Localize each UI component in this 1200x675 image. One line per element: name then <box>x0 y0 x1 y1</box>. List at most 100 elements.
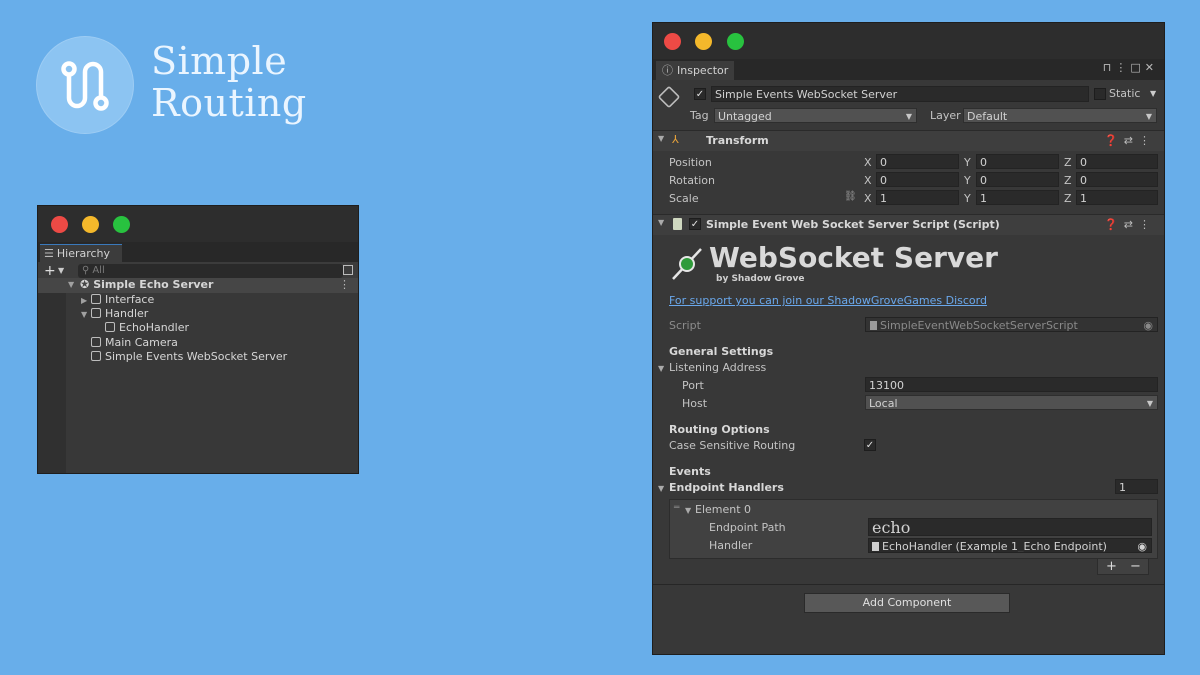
script-file-icon <box>673 218 682 230</box>
hierarchy-row-scene[interactable]: ▼ ✪ Simple Echo Server ⋮ <box>38 278 358 293</box>
axis-y-label[interactable]: Y <box>964 156 971 170</box>
foldout-arrow-icon[interactable]: ▼ <box>658 218 664 227</box>
hierarchy-tab-label: Hierarchy <box>56 247 111 260</box>
position-y-field[interactable]: 0 <box>976 154 1059 169</box>
expand-arrow-icon[interactable]: ▶ <box>81 294 91 308</box>
host-dropdown[interactable]: Local ▼ <box>865 395 1158 410</box>
endpoint-handlers-foldout[interactable]: Endpoint Handlers <box>669 481 784 495</box>
tab-hierarchy[interactable]: ☰ Hierarchy <box>40 244 122 262</box>
divider <box>653 584 1164 585</box>
help-icon[interactable]: ❓ <box>1104 134 1124 147</box>
rotation-z-field[interactable]: 0 <box>1076 172 1158 187</box>
scale-z-field[interactable]: 1 <box>1076 190 1158 205</box>
hierarchy-row-main-camera[interactable]: Main Camera <box>91 336 178 350</box>
minimize-window-button[interactable] <box>82 216 99 233</box>
hierarchy-gutter <box>38 280 66 473</box>
transform-header[interactable]: ▼ ⅄ Transform ❓⇄⋮ <box>653 130 1164 151</box>
static-checkbox[interactable] <box>1094 88 1106 100</box>
add-component-button[interactable]: Add Component <box>804 593 1010 613</box>
tag-label: Tag <box>690 109 709 122</box>
element-0-foldout[interactable]: Element 0 <box>695 503 751 517</box>
tab-inspector[interactable]: ⓘ Inspector <box>656 61 734 80</box>
handler-object-field[interactable]: EchoHandler (Example 1_Echo Endpoint) ◉ <box>868 538 1152 553</box>
axis-z-label[interactable]: Z <box>1064 156 1072 170</box>
tag-dropdown[interactable]: Untagged ▼ <box>714 108 917 123</box>
layer-value: Default <box>967 110 1008 123</box>
close-icon[interactable]: ✕ <box>1145 61 1158 74</box>
hierarchy-search-input[interactable]: ⚲ All <box>78 264 343 278</box>
hierarchy-row-websocket-server[interactable]: Simple Events WebSocket Server <box>91 350 287 364</box>
rotation-x-field[interactable]: 0 <box>876 172 959 187</box>
expand-arrow-icon[interactable]: ▼ <box>81 308 91 322</box>
close-window-button[interactable] <box>664 33 681 50</box>
preset-icon[interactable]: ⇄ <box>1124 134 1139 147</box>
active-checkbox[interactable]: ✓ <box>694 88 706 100</box>
axis-y-label[interactable]: Y <box>964 174 971 188</box>
endpoint-path-label: Endpoint Path <box>709 521 786 534</box>
object-name-input[interactable]: Simple Events WebSocket Server <box>711 86 1089 102</box>
more-options-icon[interactable]: ⋮ <box>339 278 350 292</box>
hierarchy-row-handler[interactable]: ▼ Handler <box>81 307 148 321</box>
more-options-icon[interactable]: ⋮ <box>1115 61 1130 74</box>
search-icon: ⚲ <box>82 265 90 276</box>
script-component-header[interactable]: ▼ ✓ Simple Event Web Socket Server Scrip… <box>653 214 1164 235</box>
axis-x-label[interactable]: X <box>864 174 872 188</box>
inspector-window: ⓘ Inspector ⊓⋮□✕ ✓ Simple Events WebSocke… <box>652 22 1165 655</box>
script-file-icon <box>872 542 879 551</box>
preset-icon[interactable]: ⇄ <box>1124 218 1139 231</box>
gameobject-icon <box>91 294 101 304</box>
add-element-button[interactable]: + <box>1106 558 1117 575</box>
script-enabled-checkbox[interactable]: ✓ <box>689 218 701 230</box>
chevron-down-icon: ▼ <box>905 112 912 121</box>
rotation-y-field[interactable]: 0 <box>976 172 1059 187</box>
echohandler-label: EchoHandler <box>119 321 190 334</box>
hierarchy-row-interface[interactable]: ▶ Interface <box>81 293 154 307</box>
link-scale-icon[interactable]: ⛓ <box>844 191 857 202</box>
host-label: Host <box>682 397 708 410</box>
drag-handle-icon[interactable]: ═ <box>674 503 679 513</box>
hierarchy-row-echohandler[interactable]: EchoHandler <box>105 321 189 335</box>
maximize-icon[interactable]: □ <box>1130 61 1144 74</box>
axis-y-label[interactable]: Y <box>964 192 971 206</box>
foldout-arrow-icon[interactable]: ▼ <box>658 364 664 373</box>
script-reference-field: SimpleEventWebSocketServerScript ◉ <box>865 317 1158 332</box>
inspector-titlebar <box>653 23 1164 59</box>
plug-icon <box>672 248 702 280</box>
axis-x-label[interactable]: X <box>864 156 872 170</box>
listening-address-foldout[interactable]: Listening Address <box>669 361 766 375</box>
foldout-arrow-icon[interactable]: ▼ <box>658 484 664 493</box>
maximize-window-button[interactable] <box>113 216 130 233</box>
route-icon <box>61 61 109 111</box>
maximize-window-button[interactable] <box>727 33 744 50</box>
component-icons: ❓⇄⋮ <box>1104 134 1156 147</box>
axis-z-label[interactable]: Z <box>1064 192 1072 206</box>
scale-y-field[interactable]: 1 <box>976 190 1059 205</box>
layer-dropdown[interactable]: Default ▼ <box>963 108 1157 123</box>
lock-icon[interactable]: ⊓ <box>1103 61 1116 74</box>
scene-icon[interactable] <box>343 265 353 275</box>
remove-element-button[interactable]: − <box>1130 558 1141 575</box>
help-icon[interactable]: ❓ <box>1104 218 1124 231</box>
scale-x-field[interactable]: 1 <box>876 190 959 205</box>
object-picker-icon[interactable]: ◉ <box>1137 539 1147 552</box>
more-options-icon[interactable]: ⋮ <box>1139 134 1156 147</box>
foldout-arrow-icon[interactable]: ▼ <box>658 134 664 143</box>
minimize-window-button[interactable] <box>695 33 712 50</box>
axis-z-label[interactable]: Z <box>1064 174 1072 188</box>
foldout-arrow-icon[interactable]: ▼ <box>685 506 691 515</box>
expand-arrow-icon[interactable]: ▼ <box>68 278 78 292</box>
discord-support-link[interactable]: For support you can join our ShadowGrove… <box>669 294 987 308</box>
tab-options: ⊓⋮□✕ <box>1103 61 1158 74</box>
endpoint-handlers-count[interactable]: 1 <box>1115 479 1158 494</box>
position-x-field[interactable]: 0 <box>876 154 959 169</box>
close-window-button[interactable] <box>51 216 68 233</box>
chevron-down-icon[interactable]: ▼ <box>1150 89 1156 98</box>
port-input[interactable]: 13100 <box>865 377 1158 392</box>
scale-label: Scale <box>669 192 699 205</box>
more-options-icon[interactable]: ⋮ <box>1139 218 1156 231</box>
layer-label: Layer <box>930 109 961 122</box>
case-sensitive-routing-checkbox[interactable]: ✓ <box>864 439 876 451</box>
axis-x-label[interactable]: X <box>864 192 872 206</box>
position-z-field[interactable]: 0 <box>1076 154 1158 169</box>
endpoint-path-input[interactable]: echo <box>868 518 1152 536</box>
